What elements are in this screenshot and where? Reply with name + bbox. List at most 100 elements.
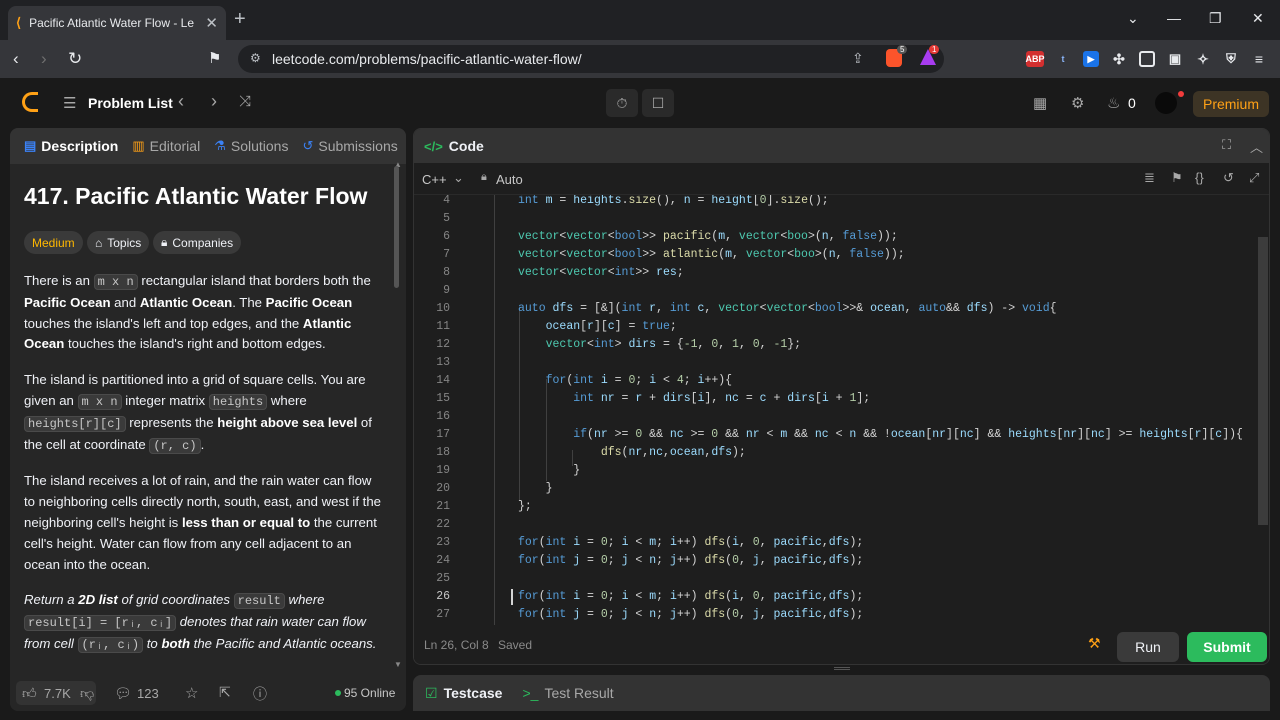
wallet-icon[interactable]: ▣ xyxy=(1167,51,1183,67)
line-number: 16 xyxy=(436,410,450,423)
fullscreen-icon[interactable]: ⤢ xyxy=(1249,170,1259,186)
leetcode-logo-icon[interactable] xyxy=(22,92,38,112)
adblock-icon[interactable]: ABP xyxy=(1026,51,1045,67)
code-icon: </> xyxy=(424,138,443,154)
text: the Pacific and Atlantic oceans. xyxy=(190,635,377,651)
code-line: 20 } xyxy=(414,480,1269,498)
language-select[interactable]: C++ xyxy=(422,172,447,187)
tab-description[interactable]: ▤ Description xyxy=(24,138,118,154)
line-number: 20 xyxy=(436,482,450,495)
minimize-icon[interactable]: — xyxy=(1167,10,1181,26)
sidebar-icon[interactable] xyxy=(1139,51,1155,67)
maximize-icon[interactable]: ⛶ xyxy=(1222,137,1231,153)
line-number: 26 xyxy=(436,590,450,603)
auto-mode-label[interactable]: Auto xyxy=(496,172,523,187)
text: to xyxy=(143,635,162,651)
tab-editorial-label: Editorial xyxy=(149,138,201,154)
code-editor[interactable]: 4 int m = heights.size(), n = height[0].s… xyxy=(414,195,1269,625)
close-tab-icon[interactable]: ✕ xyxy=(205,14,218,32)
checkbox-icon: ☑ xyxy=(425,684,438,701)
menu-icon[interactable]: ≡ xyxy=(1251,51,1267,67)
vpn-shield-icon[interactable]: ⛨ xyxy=(1223,51,1239,67)
shuffle-icon[interactable]: ⤨ xyxy=(239,93,251,110)
code-line: 5 xyxy=(414,210,1269,228)
comment-count: 123 xyxy=(137,686,159,701)
line-number: 7 xyxy=(443,248,450,261)
reload-icon[interactable]: ↻ xyxy=(68,49,82,69)
code-line: 16 xyxy=(414,408,1269,426)
share-icon[interactable]: ⇪ xyxy=(852,50,864,67)
bookmark-code-icon[interactable]: ⚑ xyxy=(1171,170,1183,186)
thumbs-up-icon[interactable]: 👍︎ xyxy=(22,685,37,702)
description-tabs: ▤ Description ▥ Editorial ⚗ Solutions ↺ … xyxy=(10,128,406,164)
problem-list-link[interactable]: Problem List xyxy=(88,95,173,111)
thumbs-down-icon[interactable]: 👎︎ xyxy=(80,685,94,702)
leo-ai-icon[interactable]: ✧ xyxy=(1195,51,1211,67)
t-extension-icon[interactable]: t xyxy=(1055,51,1071,67)
browser-tab[interactable]: ⟨ Pacific Atlantic Water Flow - Le ✕ xyxy=(8,6,226,40)
forward-icon[interactable]: › xyxy=(41,49,47,69)
braces-icon[interactable]: {} xyxy=(1195,170,1204,185)
next-problem-icon[interactable]: › xyxy=(211,91,217,112)
bold-text: less than or equal to xyxy=(181,514,311,530)
restore-icon[interactable]: ❐ xyxy=(1209,10,1222,27)
code-line: 14 for(int i = 0; i < 4; i++){ xyxy=(414,372,1269,390)
lock-icon: 🔒︎ xyxy=(161,235,168,249)
code-line: 10 auto dfs = [&](int r, int c, vector<ve… xyxy=(414,300,1269,318)
tab-testcase[interactable]: Testcase xyxy=(444,685,503,701)
extensions-puzzle-icon[interactable]: ✣ xyxy=(1111,51,1127,67)
tab-editorial[interactable]: ▥ Editorial xyxy=(132,138,200,154)
close-window-icon[interactable]: ✕ xyxy=(1252,10,1264,27)
help-icon[interactable]: ⓘ xyxy=(253,684,267,704)
settings-gear-icon[interactable]: ⚙ xyxy=(1071,94,1084,112)
text: There is an xyxy=(24,273,94,288)
companies-chip[interactable]: 🔒︎ Companies xyxy=(153,231,242,254)
topics-chip[interactable]: ⌂ Topics xyxy=(87,231,150,254)
code-line: 24 for(int j = 0; j < n; j++) dfs(0, j, p… xyxy=(414,552,1269,570)
collapse-icon[interactable]: ︿ xyxy=(1250,137,1263,156)
url-field[interactable]: ⚙ leetcode.com/problems/pacific-atlantic… xyxy=(238,45,944,73)
text: touches the island's right and bottom ed… xyxy=(64,336,326,352)
scroll-down-arrow-icon[interactable]: ▼ xyxy=(394,660,402,669)
submit-button[interactable]: Submit xyxy=(1187,632,1267,662)
code-line: 26 for(int i = 0; i < m; i++) dfs(i, 0, p… xyxy=(414,588,1269,606)
companies-label: Companies xyxy=(172,235,234,250)
text: where xyxy=(284,592,325,608)
flag-extension-icon[interactable]: ▶ xyxy=(1083,51,1099,67)
star-icon[interactable]: ☆ xyxy=(185,684,198,702)
reset-icon[interactable]: ↺ xyxy=(1223,170,1234,186)
premium-button[interactable]: Premium xyxy=(1193,91,1269,117)
bookmark-icon[interactable]: ⚑ xyxy=(208,49,221,67)
inline-code: result xyxy=(233,593,285,610)
resize-handle[interactable] xyxy=(834,667,850,670)
new-tab-icon[interactable]: + xyxy=(234,8,246,31)
text: of grid coordinates xyxy=(117,592,234,608)
testcase-panel: ☑ Testcase >_ Test Result xyxy=(413,675,1270,711)
avatar[interactable] xyxy=(1155,92,1177,114)
text: Return a xyxy=(24,592,79,608)
tab-solutions[interactable]: ⚗ Solutions xyxy=(214,138,288,154)
bold-text: height above sea level xyxy=(217,414,358,430)
run-button[interactable]: Run xyxy=(1117,632,1179,662)
back-icon[interactable]: ‹ xyxy=(13,49,19,69)
url-text: leetcode.com/problems/pacific-atlantic-w… xyxy=(272,51,582,67)
prev-problem-icon[interactable]: ‹ xyxy=(178,91,184,112)
chevron-down-icon[interactable]: ⌄ xyxy=(453,170,464,186)
site-info-icon[interactable]: ⚙ xyxy=(250,51,261,65)
tab-search-icon[interactable]: ⌄ xyxy=(1127,10,1139,27)
tab-test-result[interactable]: Test Result xyxy=(544,685,613,701)
layout-icon[interactable]: ▦ xyxy=(1033,94,1047,112)
description-scrollbar[interactable] xyxy=(394,166,399,288)
debug-icon[interactable]: ⚒ xyxy=(1088,635,1101,652)
timer-icon[interactable]: ⏱ xyxy=(606,89,638,117)
tab-submissions[interactable]: ↺ Submissions xyxy=(302,138,397,154)
problem-description: There is an m x n rectangular island tha… xyxy=(24,271,384,671)
comment-icon[interactable]: 💬︎ xyxy=(114,685,132,702)
inline-code: heights xyxy=(208,393,268,410)
editor-scrollbar[interactable] xyxy=(1258,237,1268,525)
format-icon[interactable]: ≣ xyxy=(1144,170,1155,186)
flask-icon: ⚗ xyxy=(214,138,226,153)
notes-icon[interactable]: ☐ xyxy=(642,89,674,117)
share-link-icon[interactable]: ⇱ xyxy=(219,684,231,701)
streak-fire-icon[interactable]: ♨ xyxy=(1107,94,1120,112)
